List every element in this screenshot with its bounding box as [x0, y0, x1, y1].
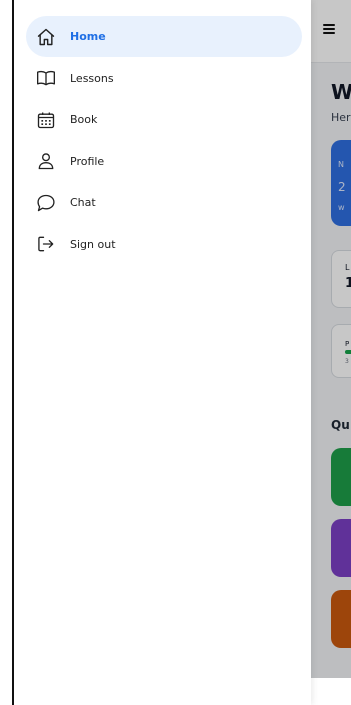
- nav-label-home: Home: [70, 30, 106, 43]
- nav-item-profile[interactable]: Profile: [26, 141, 302, 182]
- drawer-scrim[interactable]: [311, 0, 351, 678]
- nav-label-chat: Chat: [70, 196, 96, 209]
- nav-item-sign-out[interactable]: Sign out: [26, 224, 302, 265]
- nav-item-chat[interactable]: Chat: [26, 182, 302, 223]
- book-open-icon: [36, 68, 56, 88]
- nav-label-sign-out: Sign out: [70, 237, 116, 251]
- nav-item-lessons[interactable]: Lessons: [26, 58, 302, 99]
- sign-out-icon: [36, 234, 56, 254]
- main-content: W Her N 2 w L 1 P 3 Qu: [311, 0, 351, 678]
- nav-label-lessons: Lessons: [70, 71, 114, 85]
- calendar-icon: [36, 110, 56, 130]
- nav-label-book: Book: [70, 113, 98, 126]
- nav-item-home[interactable]: Home: [26, 16, 302, 57]
- nav-item-book[interactable]: Book: [26, 99, 302, 140]
- chat-bubble-icon: [36, 193, 56, 213]
- navigation-drawer: Home Lessons Book Profile Chat Sign out: [14, 0, 311, 705]
- drawer-nav-list: Home Lessons Book Profile Chat Sign out: [26, 16, 302, 265]
- user-icon: [36, 151, 56, 171]
- home-icon: [36, 27, 56, 47]
- nav-label-profile: Profile: [70, 154, 105, 168]
